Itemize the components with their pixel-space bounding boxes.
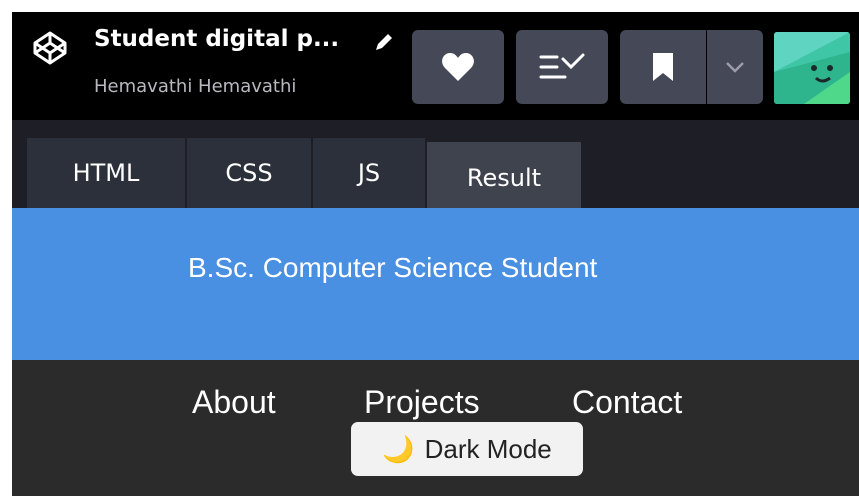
user-avatar[interactable] bbox=[774, 32, 850, 104]
hero-banner: B.Sc. Computer Science Student bbox=[12, 208, 859, 360]
banner-subtitle: B.Sc. Computer Science Student bbox=[188, 252, 598, 283]
pencil-edit-icon[interactable] bbox=[372, 30, 396, 54]
tab-result[interactable]: Result bbox=[427, 142, 581, 208]
dark-mode-button[interactable]: 🌙 Dark Mode bbox=[351, 422, 583, 476]
codepen-logo-icon[interactable] bbox=[32, 30, 68, 66]
pen-title[interactable]: Student digital p... bbox=[94, 26, 339, 52]
nav-link-contact[interactable]: Contact bbox=[572, 384, 682, 421]
pen-author[interactable]: Hemavathi Hemavathi bbox=[94, 76, 296, 97]
tab-css[interactable]: CSS bbox=[187, 138, 311, 208]
editor-tabs: HTML CSS JS Result bbox=[12, 120, 859, 208]
tab-html[interactable]: HTML bbox=[27, 138, 185, 208]
chevron-down-icon bbox=[726, 62, 744, 73]
result-preview: B.Sc. Computer Science Student About Pro… bbox=[12, 208, 859, 496]
nav-link-projects[interactable]: Projects bbox=[364, 384, 480, 421]
list-check-icon bbox=[539, 53, 585, 79]
bookmark-icon bbox=[653, 53, 673, 81]
bookmark-options-button[interactable] bbox=[707, 30, 763, 104]
moon-icon: 🌙 bbox=[382, 434, 415, 464]
bookmark-button[interactable] bbox=[620, 30, 706, 104]
add-to-collection-button[interactable] bbox=[516, 30, 608, 104]
pen-header: Student digital p... Hemavathi Hemavathi bbox=[12, 12, 859, 120]
dark-mode-label: Dark Mode bbox=[424, 433, 552, 464]
codepen-editor: Student digital p... Hemavathi Hemavathi bbox=[12, 12, 859, 496]
tab-js[interactable]: JS bbox=[313, 138, 425, 208]
nav-link-about[interactable]: About bbox=[192, 384, 276, 421]
heart-icon bbox=[442, 53, 474, 81]
like-button[interactable] bbox=[412, 30, 504, 104]
